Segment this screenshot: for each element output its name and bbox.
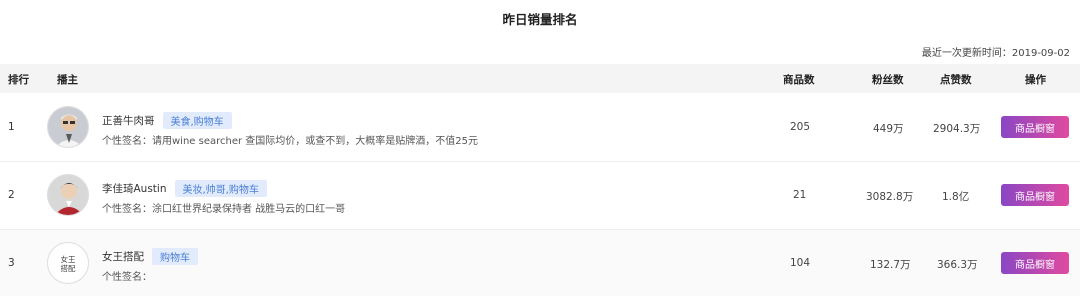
header-fans: 粉丝数 (872, 74, 904, 86)
rank-number: 3 (8, 257, 15, 269)
anchor-name[interactable]: 李佳琦Austin (102, 181, 167, 196)
avatar[interactable]: 女王 搭配 (47, 242, 89, 284)
product-window-button[interactable]: 商品橱窗 (1001, 184, 1069, 206)
goods-count: 205 (790, 121, 811, 133)
header-anchor: 播主 (57, 74, 78, 86)
category-tag: 购物车 (152, 248, 198, 265)
rank-number: 2 (8, 189, 15, 201)
table-header: 排行 播主 商品数 粉丝数 点赞数 操作 (0, 64, 1080, 93)
table-row: 1 正善牛肉哥 美食,购物车 个性签名：请用wine searcher 查国际均… (0, 94, 1080, 162)
last-updated-text: 最近一次更新时间：2019-09-02 (921, 48, 1070, 59)
goods-count: 21 (793, 189, 807, 201)
anchor-name[interactable]: 正善牛肉哥 (102, 113, 155, 128)
signature-text: 个性签名：涂口红世界纪录保持者 战胜马云的口红一哥 (102, 204, 346, 215)
table-row: 3 女王 搭配 女王搭配 购物车 个性签名： 104 132.7万 366.3万… (0, 230, 1080, 296)
likes-count: 1.8亿 (942, 191, 970, 203)
likes-count: 366.3万 (937, 259, 978, 271)
signature-text: 个性签名：请用wine searcher 查国际均价，或查不到，大概率是贴牌酒，… (102, 136, 479, 147)
product-window-button[interactable]: 商品橱窗 (1001, 116, 1069, 138)
fans-count: 3082.8万 (866, 191, 914, 203)
product-window-button[interactable]: 商品橱窗 (1001, 252, 1069, 274)
signature-text: 个性签名： (102, 272, 152, 283)
header-rank: 排行 (8, 74, 29, 86)
goods-count: 104 (790, 257, 811, 269)
header-goods: 商品数 (783, 74, 815, 86)
fans-count: 449万 (873, 123, 904, 135)
brand-logo-text: 女王 搭配 (60, 255, 76, 273)
avatar[interactable] (47, 174, 89, 216)
category-tag: 美食,购物车 (162, 112, 232, 129)
likes-count: 2904.3万 (933, 123, 981, 135)
table-row: 2 李佳琦Austin 美妆,帅哥,购物车 个性签名：涂口红世界纪录保持者 战胜… (0, 162, 1080, 230)
rank-number: 1 (8, 121, 15, 133)
fans-count: 132.7万 (870, 259, 911, 271)
person-avatar-icon (48, 175, 88, 215)
category-tag: 美妆,帅哥,购物车 (174, 180, 267, 197)
anchor-name[interactable]: 女王搭配 (102, 249, 144, 264)
header-action: 操作 (1025, 74, 1046, 86)
header-likes: 点赞数 (940, 74, 972, 86)
page-title: 昨日销量排名 (502, 12, 578, 27)
avatar[interactable] (47, 106, 89, 148)
person-avatar-icon (48, 107, 88, 147)
